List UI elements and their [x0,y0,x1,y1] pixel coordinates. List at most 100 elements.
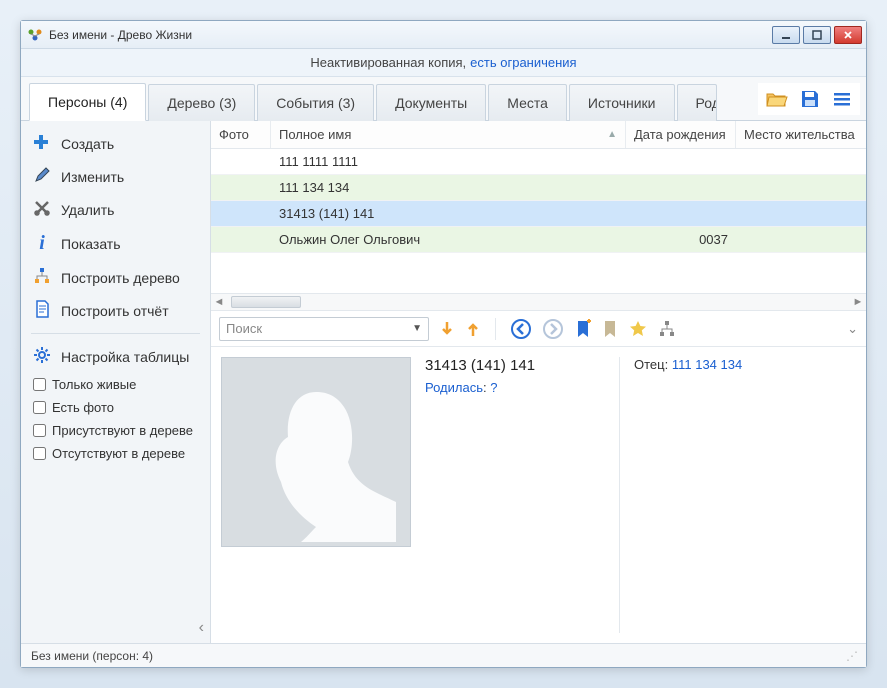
info-icon: i [33,232,51,255]
statusbar: Без имени (персон: 4) ⋰ [21,643,866,667]
filter-alive-label: Только живые [52,377,136,392]
minimize-button[interactable] [772,26,800,44]
expand-icon[interactable]: ⌄ [847,321,858,337]
resize-grip-icon[interactable]: ⋰ [846,649,856,663]
person-name: 31413 (141) 141 [425,357,605,374]
nav-back-icon[interactable] [510,318,532,340]
tab-places[interactable]: Места [488,84,567,121]
filter-in-tree[interactable]: Присутствуют в дереве [21,419,210,442]
persons-grid: Фото Полное имя ▲ Дата рождения Место жи… [211,121,866,293]
activation-text: Неактивированная копия, [310,55,466,70]
horizontal-scrollbar[interactable]: ◄ ► [211,293,866,311]
bookmark-add-icon[interactable] [574,319,592,339]
filter-in-tree-label: Присутствуют в дереве [52,423,193,438]
folder-open-icon[interactable] [766,90,788,108]
sidebar: Создать Изменить Удалить i Показать [21,121,211,643]
status-text: Без имени (персон: 4) [31,649,153,663]
activation-link[interactable]: есть ограничения [470,55,576,70]
filter-photo-label: Есть фото [52,400,114,415]
sort-asc-icon: ▲ [607,129,617,140]
scroll-right-icon[interactable]: ► [850,296,866,308]
col-birth-date[interactable]: Дата рождения [626,121,736,148]
table-settings-button[interactable]: Настройка таблицы [21,340,210,373]
show-button[interactable]: i Показать [21,226,210,261]
main-tabs: Персоны (4) Дерево (3) События (3) Докум… [21,77,866,121]
star-icon[interactable] [628,319,648,339]
grid-header: Фото Полное имя ▲ Дата рождения Место жи… [211,121,866,149]
window-title: Без имени - Древо Жизни [49,28,192,42]
filter-photo-checkbox[interactable] [33,401,46,414]
main-area: Создать Изменить Удалить i Показать [21,121,866,643]
filter-alive-checkbox[interactable] [33,378,46,391]
tab-tree[interactable]: Дерево (3) [148,84,255,121]
tab-documents[interactable]: Документы [376,84,486,121]
detail-toolbar: Поиск ▼ [211,311,866,347]
search-placeholder: Поиск [226,321,262,336]
scissors-icon [33,199,51,220]
build-tree-label: Построить дерево [61,270,180,286]
person-photo-placeholder [221,357,411,547]
table-row[interactable]: 111 134 134 [211,175,866,201]
nav-forward-icon[interactable] [542,318,564,340]
edit-button[interactable]: Изменить [21,160,210,193]
create-label: Создать [61,136,114,152]
bookmark-icon[interactable] [602,319,618,339]
father-label: Отец: [634,357,668,372]
grid-body: 111 1111 1111 111 134 134 31413 (141) 14… [211,149,866,253]
edit-label: Изменить [61,169,124,185]
build-report-button[interactable]: Построить отчёт [21,294,210,327]
top-toolbar [758,83,860,115]
filter-not-in-tree-label: Отсутствуют в дереве [52,446,185,461]
delete-label: Удалить [61,202,114,218]
plus-icon [33,133,51,154]
tab-persons[interactable]: Персоны (4) [29,83,146,121]
tab-sources[interactable]: Источники [569,84,675,121]
content-area: Фото Полное имя ▲ Дата рождения Место жи… [211,121,866,643]
arrow-down-icon[interactable] [439,320,455,338]
pencil-icon [33,166,51,187]
grid-empty-space [211,253,866,293]
create-button[interactable]: Создать [21,127,210,160]
chevron-down-icon: ▼ [412,323,422,334]
detail-panel: 31413 (141) 141 Родилась: ? Отец: 111 13… [211,347,866,643]
filter-not-in-tree-checkbox[interactable] [33,447,46,460]
person-info: 31413 (141) 141 Родилась: ? [425,357,605,633]
titlebar: Без имени - Древо Жизни [21,21,866,49]
born-label[interactable]: Родилась [425,380,483,395]
app-icon [27,27,43,43]
app-window: Без имени - Древо Жизни Неактивированная… [20,20,867,668]
tab-clans[interactable]: Роды [677,84,717,121]
filter-in-tree-checkbox[interactable] [33,424,46,437]
floppy-icon[interactable] [800,89,820,109]
arrow-up-icon[interactable] [465,320,481,338]
col-photo[interactable]: Фото [211,121,271,148]
relatives-panel: Отец: 111 134 134 [619,357,856,633]
col-full-name-label: Полное имя [279,127,351,142]
filter-alive-only[interactable]: Только живые [21,373,210,396]
window-controls [772,26,862,44]
document-icon [33,300,51,321]
search-input[interactable]: Поиск ▼ [219,317,429,341]
table-row[interactable]: 31413 (141) 141 [211,201,866,227]
maximize-button[interactable] [803,26,831,44]
born-value[interactable]: ? [490,380,497,395]
gear-icon [33,346,51,367]
activation-notice: Неактивированная копия, есть ограничения [21,49,866,77]
delete-button[interactable]: Удалить [21,193,210,226]
scroll-left-icon[interactable]: ◄ [211,296,227,308]
sidebar-collapse-icon[interactable]: ‹ [199,619,204,637]
table-row[interactable]: 111 1111 1111 [211,149,866,175]
scroll-thumb[interactable] [231,296,301,308]
col-residence[interactable]: Место жительства [736,121,866,148]
table-row[interactable]: Ольжин Олег Ольгович 0037 [211,227,866,253]
tab-events[interactable]: События (3) [257,84,374,121]
build-tree-button[interactable]: Построить дерево [21,261,210,294]
hamburger-icon[interactable] [832,89,852,109]
filter-has-photo[interactable]: Есть фото [21,396,210,419]
col-full-name[interactable]: Полное имя ▲ [271,121,626,148]
show-label: Показать [61,236,121,252]
filter-not-in-tree[interactable]: Отсутствуют в дереве [21,442,210,465]
father-link[interactable]: 111 134 134 [672,357,742,372]
close-button[interactable] [834,26,862,44]
tree-small-icon[interactable] [658,320,676,338]
